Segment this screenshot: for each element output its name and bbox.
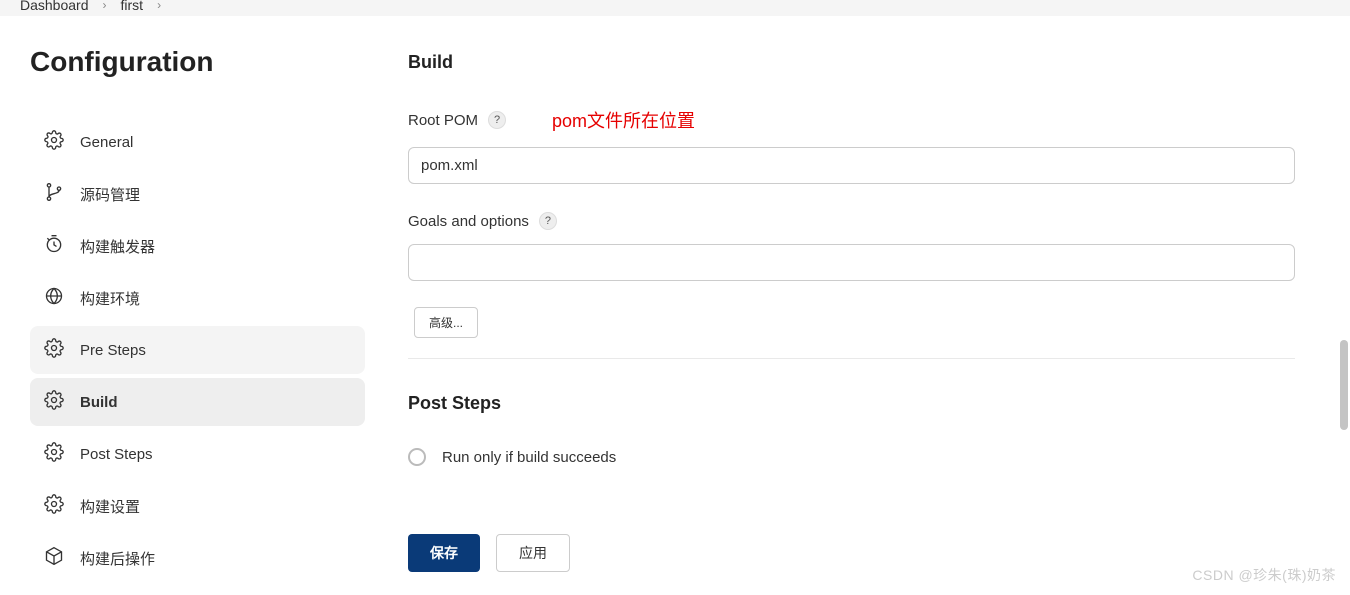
sidebar-item-label: 构建后操作: [80, 548, 155, 569]
save-button[interactable]: 保存: [408, 534, 480, 572]
section-title-post-steps: Post Steps: [408, 393, 1295, 414]
root-pom-input[interactable]: [408, 147, 1295, 184]
scrollbar[interactable]: [1340, 340, 1348, 430]
gear-icon: [44, 442, 64, 466]
box-icon: [44, 546, 64, 570]
sidebar-item-label: Pre Steps: [80, 342, 146, 359]
main-content: Build Root POM ? pom文件所在位置 Goals and opt…: [380, 16, 1350, 582]
radio-label: Run only if build succeeds: [442, 449, 616, 466]
breadcrumb: Dashboard › first ›: [0, 0, 1350, 16]
annotation-text: pom文件所在位置: [552, 107, 695, 133]
sidebar: Configuration General 源码管理构建触发器构建环境 Pre St…: [0, 16, 380, 582]
section-title-build: Build: [408, 52, 1295, 73]
watermark: CSDN @珍朱(珠)奶茶: [1192, 565, 1336, 585]
sidebar-item-6[interactable]: Post Steps: [30, 430, 365, 478]
goals-label: Goals and options: [408, 213, 529, 230]
gear-icon: [44, 390, 64, 414]
sidebar-item-3[interactable]: 构建环境: [30, 274, 365, 322]
sidebar-item-1[interactable]: 源码管理: [30, 170, 365, 218]
radio-option-succeeds[interactable]: Run only if build succeeds: [408, 448, 1295, 466]
sidebar-item-2[interactable]: 构建触发器: [30, 222, 365, 270]
sidebar-item-7[interactable]: 构建设置: [30, 482, 365, 530]
goals-input[interactable]: [408, 244, 1295, 281]
gear-icon: [44, 130, 64, 154]
sidebar-item-label: 源码管理: [80, 184, 140, 205]
sidebar-item-label: Build: [80, 394, 118, 411]
footer-buttons: 保存 应用: [408, 534, 570, 572]
sidebar-item-0[interactable]: General: [30, 118, 365, 166]
clock-icon: [44, 234, 64, 258]
sidebar-item-label: 构建触发器: [80, 236, 155, 257]
gear-icon: [44, 494, 64, 518]
divider: [408, 358, 1295, 359]
page-title: Configuration: [30, 46, 365, 78]
sidebar-item-5[interactable]: Build: [30, 378, 365, 426]
sidebar-item-label: General: [80, 134, 133, 151]
advanced-button[interactable]: 高级...: [414, 307, 478, 338]
globe-icon: [44, 286, 64, 310]
gear-icon: [44, 338, 64, 362]
chevron-right-icon: ›: [157, 0, 161, 12]
sidebar-item-label: Post Steps: [80, 446, 153, 463]
sidebar-item-4[interactable]: Pre Steps: [30, 326, 365, 374]
sidebar-item-8[interactable]: 构建后操作: [30, 534, 365, 582]
radio-icon: [408, 448, 426, 466]
apply-button[interactable]: 应用: [496, 534, 570, 572]
help-icon[interactable]: ?: [488, 111, 506, 129]
chevron-right-icon: ›: [103, 0, 107, 12]
root-pom-label: Root POM: [408, 112, 478, 129]
breadcrumb-item[interactable]: first: [121, 0, 144, 13]
sidebar-item-label: 构建环境: [80, 288, 140, 309]
branch-icon: [44, 182, 64, 206]
breadcrumb-item[interactable]: Dashboard: [20, 0, 89, 13]
sidebar-nav: General 源码管理构建触发器构建环境 Pre Steps Build Post S…: [30, 118, 365, 582]
sidebar-item-label: 构建设置: [80, 496, 140, 517]
help-icon[interactable]: ?: [539, 212, 557, 230]
